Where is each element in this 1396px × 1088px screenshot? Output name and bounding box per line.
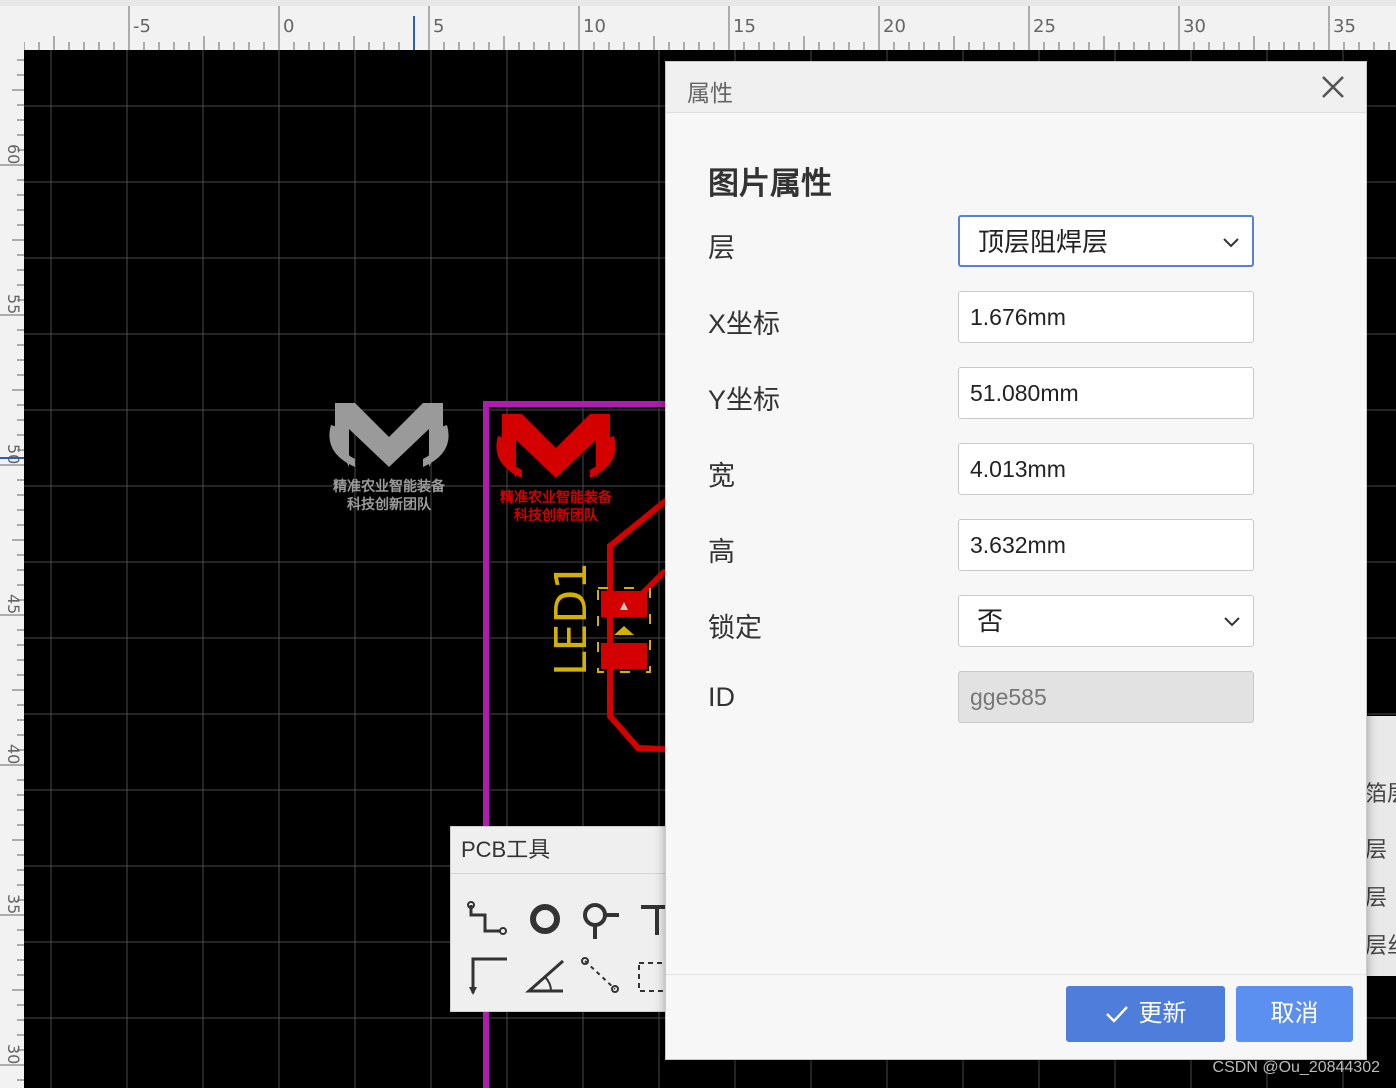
height-input[interactable]: 3.632mm [958, 519, 1254, 571]
close-icon[interactable] [1320, 74, 1346, 100]
check-icon [1105, 1006, 1128, 1023]
logo-red-line1: 精准农业智能装备 [500, 489, 613, 506]
ruler-label: 30 [4, 1044, 23, 1064]
ruler-label: 25 [1033, 16, 1056, 37]
dialog-title: 属性 [687, 80, 733, 106]
logo-gray-line1: 精准农业智能装备 [333, 478, 446, 495]
ruler-label: 35 [4, 894, 23, 914]
layer-row[interactable]: 层 [1365, 828, 1396, 872]
track-icon[interactable] [467, 897, 511, 941]
chevron-down-icon [1224, 617, 1240, 627]
pcb-tools-panel: PCB工具 [450, 826, 692, 1012]
ruler-corner [0, 6, 24, 50]
cancel-button[interactable]: 取消 [1236, 986, 1353, 1042]
layer-row[interactable]: 箔层 [1365, 772, 1396, 816]
arc-icon[interactable] [523, 953, 567, 997]
lock-select[interactable]: 否 [958, 595, 1254, 647]
ruler-label: 0 [283, 16, 294, 37]
ruler-label: 60 [4, 144, 23, 164]
dialog-header[interactable]: 属性 [666, 62, 1366, 113]
angle-line-icon[interactable] [467, 953, 511, 997]
ruler-label: 50 [4, 444, 23, 464]
via-icon[interactable] [523, 897, 567, 941]
ruler-label: 40 [4, 744, 23, 764]
ruler-label: 15 [733, 16, 756, 37]
layer-select-value: 顶层阻焊层 [978, 227, 1109, 257]
layer-row[interactable]: 层丝 [1365, 924, 1396, 968]
watermark: CSDN @Ou_20844302 [1212, 1059, 1380, 1076]
ruler-label: 20 [883, 16, 906, 37]
led-designator: LED1 [546, 562, 597, 676]
layer-label: 层 [708, 233, 735, 263]
id-label: ID [708, 682, 735, 712]
ruler-label: -5 [133, 16, 151, 37]
layers-panel: 箔层 层 层 层丝 [1364, 716, 1396, 976]
logo-gray: 精准农业智能装备 科技创新团队 [329, 403, 449, 513]
ruler-label: 30 [1183, 16, 1206, 37]
width-label: 宽 [708, 461, 735, 491]
y-label: Y坐标 [708, 385, 781, 415]
height-label: 高 [708, 537, 735, 567]
connect-icon[interactable] [579, 953, 623, 997]
lock-label: 锁定 [708, 613, 762, 643]
horizontal-ruler: -5 0 5 10 15 20 25 30 35 [24, 6, 1396, 50]
logo-red: 精准农业智能装备 科技创新团队 [496, 414, 616, 524]
layer-row[interactable]: 层 [1365, 876, 1396, 920]
section-title: 图片属性 [708, 166, 832, 201]
ruler-label: 5 [433, 16, 444, 37]
led-footprint: LED1 [546, 562, 651, 676]
pcb-tools-title: PCB工具 [451, 827, 691, 874]
properties-dialog: 属性 图片属性 层 顶层阻焊层 X坐标 1.676mm Y坐标 51.080mm… [665, 61, 1367, 1060]
ruler-label: 10 [583, 16, 606, 37]
y-coordinate-input[interactable]: 51.080mm [958, 367, 1254, 419]
x-label: X坐标 [708, 309, 781, 339]
ruler-label: 55 [4, 294, 23, 314]
layer-select[interactable]: 顶层阻焊层 [958, 215, 1254, 267]
vertical-ruler: 60 55 50 45 40 35 30 [0, 50, 24, 1088]
x-coordinate-input[interactable]: 1.676mm [958, 291, 1254, 343]
chevron-down-icon [1223, 238, 1239, 248]
pad-icon[interactable] [579, 897, 623, 941]
ruler-label: 35 [1333, 16, 1356, 37]
width-input[interactable]: 4.013mm [958, 443, 1254, 495]
logo-red-line2: 科技创新团队 [514, 507, 599, 524]
update-label: 更新 [1138, 1000, 1187, 1027]
lock-select-value: 否 [977, 606, 1004, 636]
id-input: gge585 [958, 671, 1254, 723]
dialog-footer-divider [666, 974, 1366, 975]
update-button[interactable]: 更新 [1066, 986, 1225, 1042]
logo-gray-line2: 科技创新团队 [347, 496, 432, 513]
ruler-label: 45 [4, 594, 23, 614]
